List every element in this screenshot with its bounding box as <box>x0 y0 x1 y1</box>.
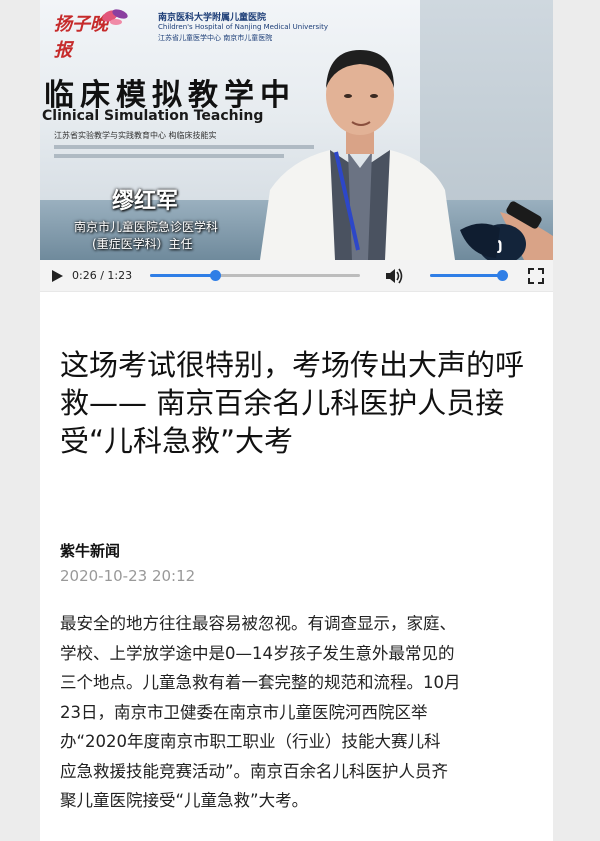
fullscreen-icon[interactable] <box>528 268 544 284</box>
flower-logo-icon <box>102 9 128 25</box>
video-controls: 0:26 / 1:23 <box>40 260 553 292</box>
body-line: 办“2020年度南京市职工职业（行业）技能大赛儿科 <box>60 732 441 751</box>
hospital-name-cn: 南京医科大学附属儿童医院 <box>158 13 267 23</box>
article-card: 扬子晚报 南京医科大学附属儿童医院 Children's Hospital of… <box>40 0 553 841</box>
body-line: 23日，南京市卫健委在南京市儿童医院河西院区举 <box>60 702 428 722</box>
volume-handle[interactable] <box>497 270 508 281</box>
article-date: 2020-10-23 20:12 <box>60 567 196 585</box>
seek-bar[interactable] <box>150 270 360 281</box>
hospital-sub: 江苏省儿童医学中心 南京市儿童医院 <box>158 34 273 42</box>
video-player[interactable]: 扬子晚报 南京医科大学附属儿童医院 Children's Hospital of… <box>40 0 553 260</box>
body-line: 应急救援技能竞赛活动”。南京百余名儿科医护人员齐 <box>60 761 449 781</box>
body-line: 聚儿童医院接受“儿童急救”大考。 <box>60 791 309 810</box>
seek-bar-fill <box>150 274 216 277</box>
volume-slider[interactable] <box>430 270 508 281</box>
microphone-icon: Ŋ <box>460 201 553 260</box>
article-body: 最安全的地方往往最容易被忽视。有调查显示，家庭、 学校、上学放学途中是0—14岁… <box>60 609 540 816</box>
time-display: 0:26 / 1:23 <box>72 269 133 282</box>
article-source: 紫牛新闻 <box>60 542 121 560</box>
body-line: 学校、上学放学途中是0—14岁孩子发生意外最常见的 <box>60 643 455 663</box>
sign-sub: 江苏省实验教学与实践教育中心 构临床技能实 <box>54 131 217 140</box>
sign-english: Clinical Simulation Teaching <box>42 108 264 124</box>
caption-title-line-1: 南京市儿童医院急诊医学科 <box>74 220 219 234</box>
hospital-name-en: Children's Hospital of Nanjing Medical U… <box>158 23 328 31</box>
article-title: 这场考试很特别，考场传出大声的呼救—— 南京百余名儿科医护人员接受“儿科急救”大… <box>60 348 525 458</box>
play-icon[interactable] <box>50 269 64 283</box>
volume-slider-fill <box>430 274 502 277</box>
interviewee-figure <box>260 50 455 260</box>
volume-icon[interactable] <box>384 267 404 285</box>
caption-title-line-2: (重症医学科）主任 <box>92 237 193 251</box>
body-line: 最安全的地方往往最容易被忽视。有调查显示，家庭、 <box>60 614 456 633</box>
body-line: 三个地点。儿童急救有着一套完整的规范和流程。10月 <box>60 673 461 692</box>
seek-handle[interactable] <box>210 270 222 281</box>
caption-name: 缪红军 <box>112 189 179 214</box>
